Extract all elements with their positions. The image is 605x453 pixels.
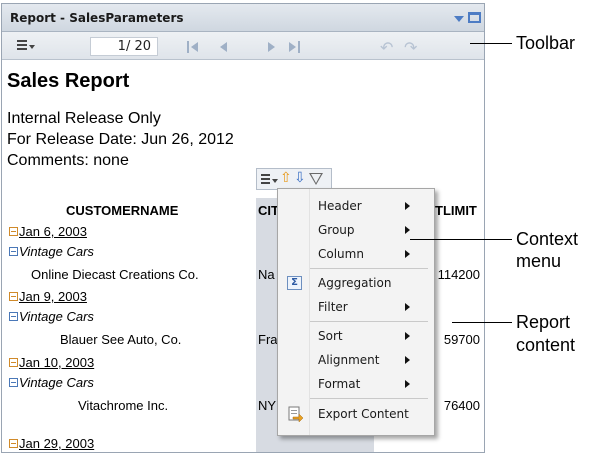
column-header-creditlimit[interactable]: TLIMIT [435, 203, 477, 218]
product-line-label: Vintage Cars [19, 309, 94, 324]
context-menu-callout-2: menu [516, 251, 562, 271]
menu-separator [310, 268, 428, 269]
toolbar-menu-button[interactable] [15, 38, 37, 54]
sigma-icon: Σ [287, 276, 302, 290]
group-date-label: Jan 29, 2003 [19, 436, 95, 451]
product-line-label: Vintage Cars [19, 375, 94, 390]
toolbar: 1/ 20 ↶ ↷ [2, 32, 484, 60]
menu-item-column[interactable]: Column [278, 242, 434, 266]
column-header-city[interactable]: CIT [258, 203, 279, 218]
report-date-line: For Release Date: Jun 26, 2012 [7, 131, 234, 148]
column-menu-icon[interactable] [261, 174, 270, 184]
collapse-group-icon[interactable] [9, 439, 18, 448]
city-cell: NY [258, 398, 277, 413]
submenu-arrow-icon [405, 332, 410, 340]
group-date-row[interactable]: Jan 9, 2003 [9, 289, 87, 304]
context-menu-callout-line [410, 239, 512, 240]
redo-icon[interactable]: ↷ [404, 38, 417, 57]
collapse-subgroup-icon[interactable] [9, 378, 18, 387]
menu-item-label: Group [318, 223, 355, 237]
collapse-group-icon[interactable] [9, 358, 18, 367]
title-bar: Report - SalesParameters [2, 4, 484, 32]
previous-page-icon[interactable] [220, 41, 230, 53]
report-content-callout-line [452, 322, 512, 323]
toolbar-callout-line [470, 43, 512, 44]
page-number-input[interactable]: 1/ 20 [90, 37, 158, 56]
context-menu-callout-1: Context [516, 229, 579, 249]
menu-item-label: Sort [318, 329, 343, 343]
maximize-icon[interactable] [468, 12, 481, 23]
toolbar-callout: Toolbar [516, 33, 576, 53]
submenu-arrow-icon [405, 226, 410, 234]
submenu-arrow-icon [405, 356, 410, 364]
menu-item-label: Header [318, 199, 362, 213]
sort-descending-icon[interactable]: ⇩ [294, 170, 306, 186]
customer-cell: Blauer See Auto, Co. [60, 332, 182, 347]
group-date-row[interactable]: Jan 10, 2003 [9, 355, 94, 370]
report-window: Report - SalesParameters 1/ 20 ↶ ↷ Sales… [1, 3, 485, 453]
next-page-icon[interactable] [268, 41, 278, 53]
group-date-row[interactable]: Jan 6, 2003 [9, 224, 87, 239]
column-context-toolbar: ⇧ ⇩ [256, 168, 332, 190]
group-date-label: Jan 9, 2003 [19, 289, 87, 304]
submenu-arrow-icon [405, 303, 410, 311]
collapse-chevron-icon[interactable] [454, 16, 464, 22]
submenu-arrow-icon [405, 250, 410, 258]
menu-item-aggregation[interactable]: Σ Aggregation [278, 271, 434, 295]
group-date-row[interactable]: Jan 29, 2003 [9, 436, 94, 451]
export-icon [288, 406, 303, 422]
menu-item-label: Filter [318, 300, 348, 314]
menu-item-sort[interactable]: Sort [278, 324, 434, 348]
report-comments-line: Comments: none [7, 152, 129, 169]
city-cell: Na [258, 267, 275, 282]
menu-item-label: Format [318, 377, 361, 391]
window-title: Report - SalesParameters [10, 11, 184, 25]
customer-cell: Vitachrome Inc. [78, 398, 169, 413]
group-productline-row[interactable]: Vintage Cars [9, 375, 94, 390]
menu-item-alignment[interactable]: Alignment [278, 348, 434, 372]
report-content: Sales Report Internal Release Only For R… [2, 61, 484, 452]
customer-cell: Online Diecast Creations Co. [31, 267, 199, 282]
city-cell: Fra [258, 332, 278, 347]
report-title: Sales Report [7, 70, 130, 92]
collapse-group-icon[interactable] [9, 292, 18, 301]
menu-item-filter[interactable]: Filter [278, 295, 434, 319]
group-productline-row[interactable]: Vintage Cars [9, 309, 94, 324]
column-header-customername[interactable]: CUSTOMERNAME [66, 203, 178, 218]
menu-item-export-content[interactable]: Export Content [278, 402, 434, 426]
collapse-subgroup-icon[interactable] [9, 247, 18, 256]
sort-ascending-icon[interactable]: ⇧ [280, 170, 292, 186]
report-content-callout-1: Report [516, 312, 571, 332]
menu-item-label: Column [318, 247, 364, 261]
menu-item-format[interactable]: Format [278, 372, 434, 396]
menu-separator [310, 398, 428, 399]
submenu-arrow-icon [405, 380, 410, 388]
report-content-callout-2: content [516, 335, 576, 355]
context-menu: Header Group Column Σ Aggregation Filter … [277, 188, 435, 436]
group-productline-row[interactable]: Vintage Cars [9, 244, 94, 259]
first-page-icon[interactable] [187, 41, 201, 53]
menu-item-header[interactable]: Header [278, 194, 434, 218]
menu-item-label: Export Content [318, 407, 409, 421]
menu-dropdown-icon[interactable] [272, 179, 278, 183]
group-date-label: Jan 10, 2003 [19, 355, 95, 370]
report-release-line: Internal Release Only [7, 110, 161, 127]
collapse-subgroup-icon[interactable] [9, 312, 18, 321]
product-line-label: Vintage Cars [19, 244, 94, 259]
menu-separator [310, 321, 428, 322]
submenu-arrow-icon [405, 202, 410, 210]
undo-icon[interactable]: ↶ [380, 38, 393, 57]
group-date-label: Jan 6, 2003 [19, 224, 87, 239]
filter-icon[interactable] [309, 173, 323, 185]
menu-item-label: Alignment [318, 353, 380, 367]
menu-item-label: Aggregation [318, 276, 392, 290]
collapse-group-icon[interactable] [9, 227, 18, 236]
last-page-icon[interactable] [289, 41, 303, 53]
